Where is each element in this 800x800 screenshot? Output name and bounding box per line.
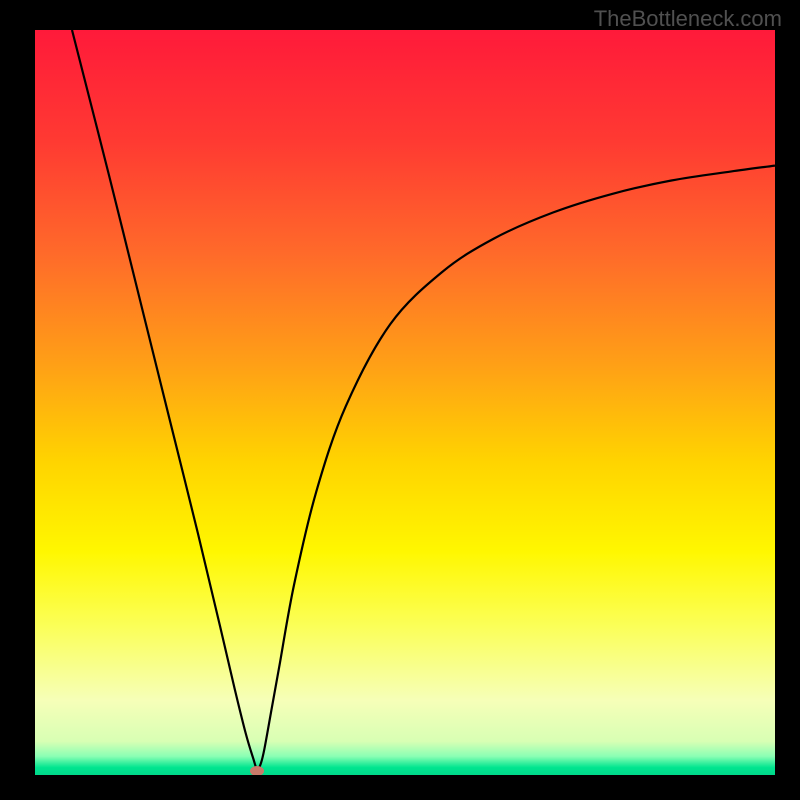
plot-area — [35, 30, 775, 775]
watermark-text: TheBottleneck.com — [594, 6, 782, 32]
curve-layer — [35, 30, 775, 775]
bottleneck-curve — [72, 30, 775, 769]
plot-frame — [35, 30, 775, 775]
optimal-point-marker — [250, 766, 264, 775]
